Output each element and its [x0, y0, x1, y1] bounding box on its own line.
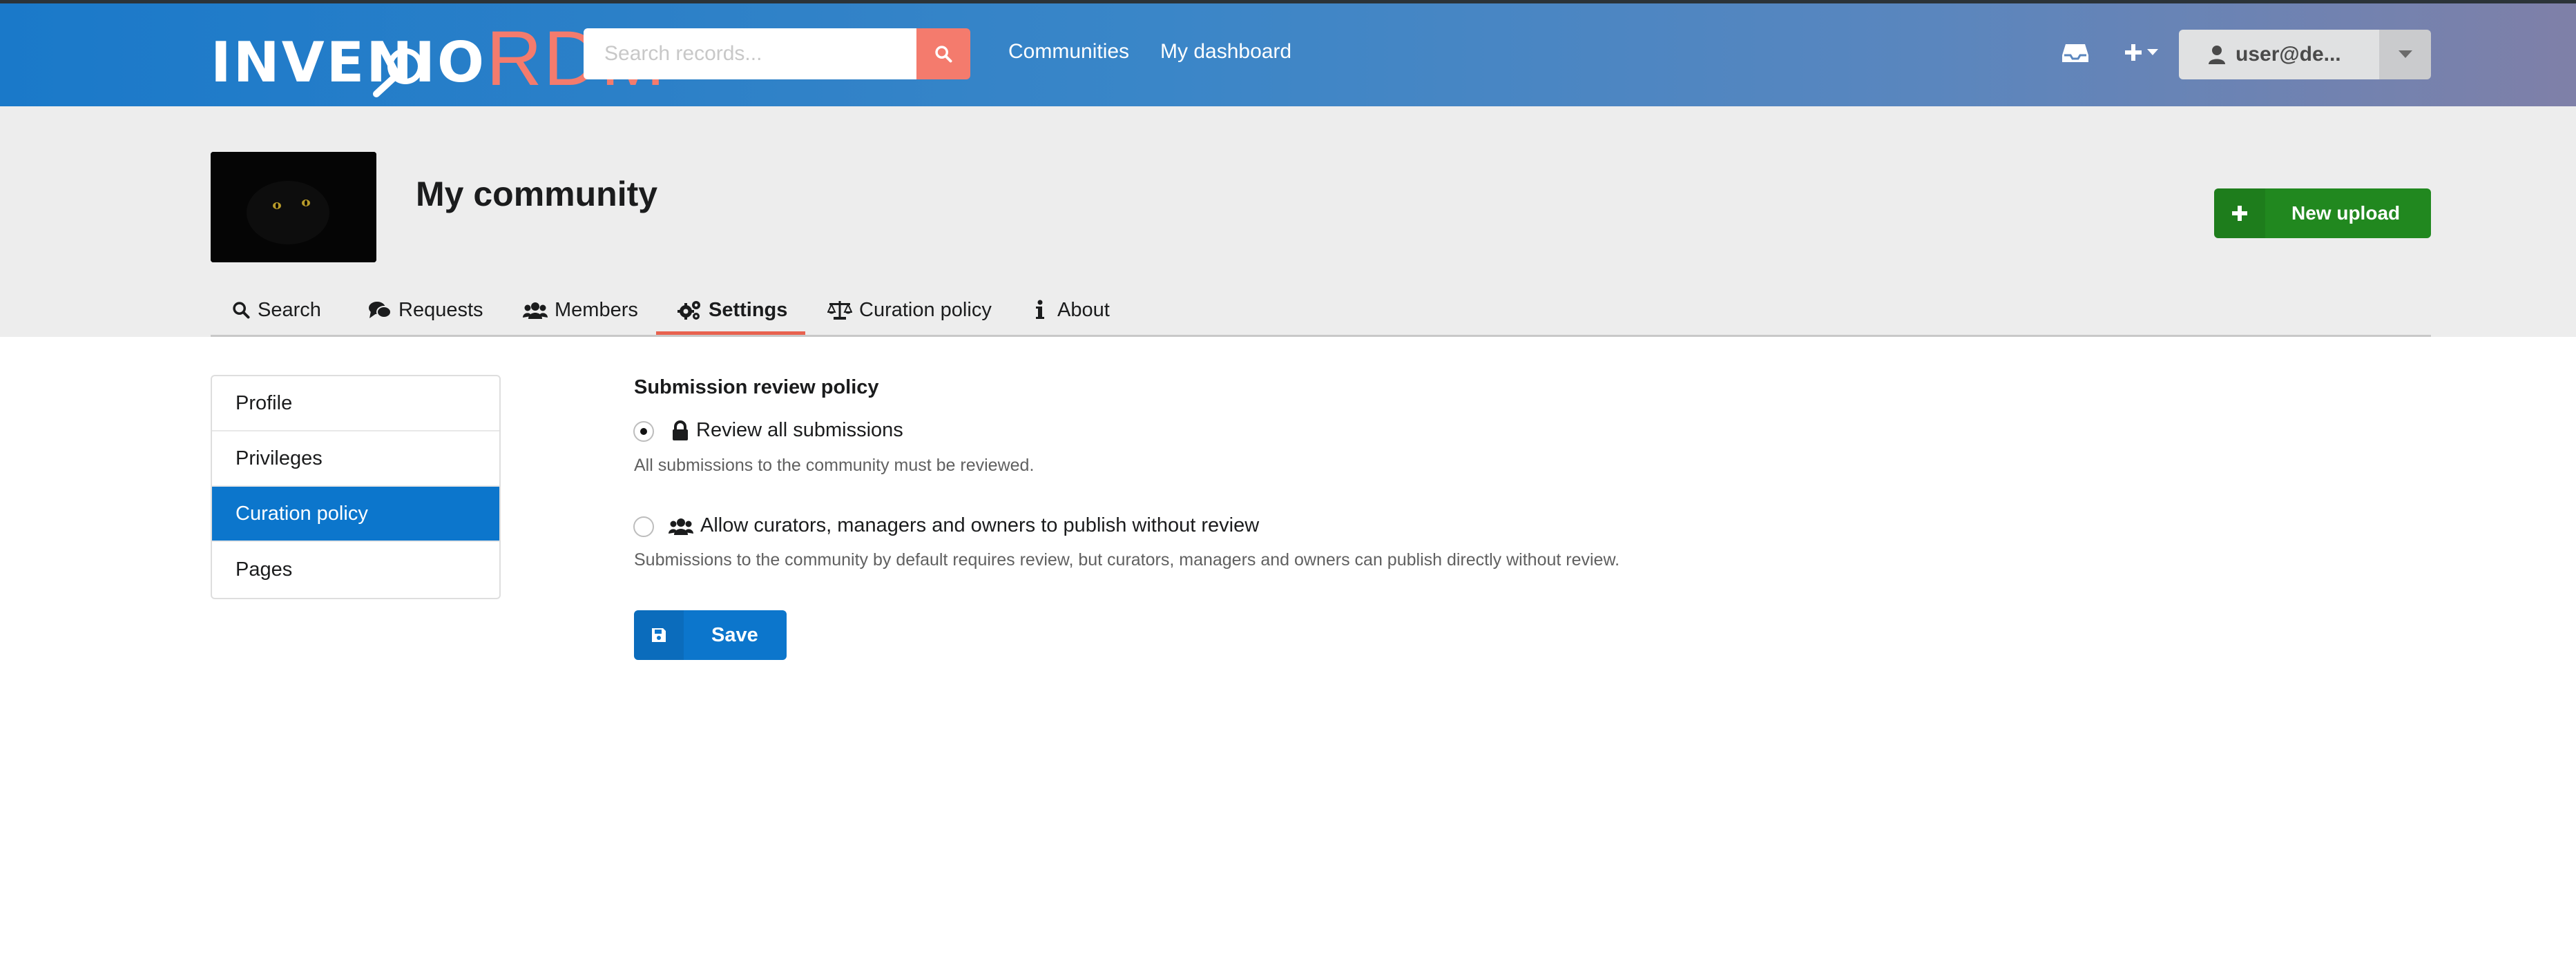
caret-down-icon	[2147, 49, 2158, 55]
submission-review-policy-heading: Submission review policy	[634, 376, 879, 398]
tab-members-label: Members	[555, 298, 638, 321]
search-button[interactable]	[916, 28, 970, 79]
cogs-icon	[677, 301, 700, 320]
side-menu-item-profile[interactable]: Profile	[212, 376, 499, 431]
settings-side-menu: Profile Privileges Curation policy Pages	[211, 375, 501, 599]
tab-curation-policy-label: Curation policy	[859, 298, 992, 321]
user-icon	[2209, 46, 2225, 64]
community-title: My community	[416, 175, 658, 213]
allow-publish-without-review-option-label[interactable]: Allow curators, managers and owners to p…	[669, 514, 1259, 537]
side-menu-item-label: Privileges	[236, 447, 323, 469]
new-upload-button[interactable]: New upload	[2214, 188, 2431, 238]
plus-icon	[2125, 44, 2142, 61]
info-icon	[1036, 300, 1044, 319]
community-tabs: Search Requests Members Settings Curatio…	[211, 283, 2431, 337]
balance-scale-icon	[827, 301, 852, 320]
side-menu-item-label: Curation policy	[236, 502, 368, 525]
tab-search[interactable]: Search	[231, 283, 321, 337]
active-tab-indicator	[656, 331, 805, 335]
allow-publish-without-review-radio[interactable]	[633, 516, 654, 537]
new-upload-label: New upload	[2291, 202, 2401, 224]
allow-publish-label-text: Allow curators, managers and owners to p…	[700, 514, 1260, 536]
tab-search-label: Search	[258, 298, 321, 321]
save-button[interactable]: Save	[634, 610, 787, 660]
nav-dashboard-link[interactable]: My dashboard	[1160, 40, 1291, 64]
users-icon	[669, 518, 693, 535]
user-menu-dropdown-toggle[interactable]	[2379, 30, 2431, 79]
logo-invenio-text: INVENIO	[211, 30, 487, 95]
side-menu-item-privileges[interactable]: Privileges	[212, 431, 499, 487]
side-menu-item-label: Profile	[236, 391, 293, 414]
nav-communities-link[interactable]: Communities	[1008, 40, 1129, 64]
search-icon	[233, 302, 250, 319]
tab-requests-label: Requests	[398, 298, 483, 321]
search-icon	[935, 46, 952, 63]
inbox-icon[interactable]	[2061, 41, 2089, 65]
search-input[interactable]	[584, 28, 916, 79]
magnifier-logo-icon	[373, 48, 423, 97]
plus-icon	[2232, 206, 2247, 221]
comments-icon	[369, 302, 392, 318]
tab-curation-policy[interactable]: Curation policy	[827, 283, 992, 337]
save-icon	[652, 628, 666, 642]
allow-publish-description: Submissions to the community by default …	[634, 550, 1620, 570]
caret-down-icon	[2398, 50, 2412, 58]
lock-icon	[673, 420, 688, 440]
user-email-label: user@de...	[2236, 43, 2341, 66]
tab-about[interactable]: About	[1032, 283, 1110, 337]
tab-settings-label: Settings	[709, 298, 788, 321]
review-all-label-text: Review all submissions	[696, 419, 903, 441]
side-menu-item-label: Pages	[236, 558, 293, 581]
search-field[interactable]	[584, 28, 916, 79]
community-logo-image	[211, 152, 376, 262]
tab-about-label: About	[1057, 298, 1110, 321]
review-all-description: All submissions to the community must be…	[634, 456, 1035, 475]
save-button-label: Save	[711, 623, 758, 646]
review-all-option-label[interactable]: Review all submissions	[671, 419, 903, 442]
review-all-radio[interactable]	[633, 421, 654, 442]
tab-requests[interactable]: Requests	[368, 283, 483, 337]
side-menu-item-curation-policy[interactable]: Curation policy	[212, 487, 499, 542]
create-menu-button[interactable]	[2124, 39, 2165, 66]
user-menu-button[interactable]: user@de...	[2179, 30, 2379, 79]
tab-members[interactable]: Members	[523, 283, 638, 337]
black-cat-image	[211, 152, 376, 262]
users-icon	[523, 302, 548, 319]
tab-settings[interactable]: Settings	[677, 283, 787, 337]
side-menu-item-pages[interactable]: Pages	[212, 542, 499, 597]
